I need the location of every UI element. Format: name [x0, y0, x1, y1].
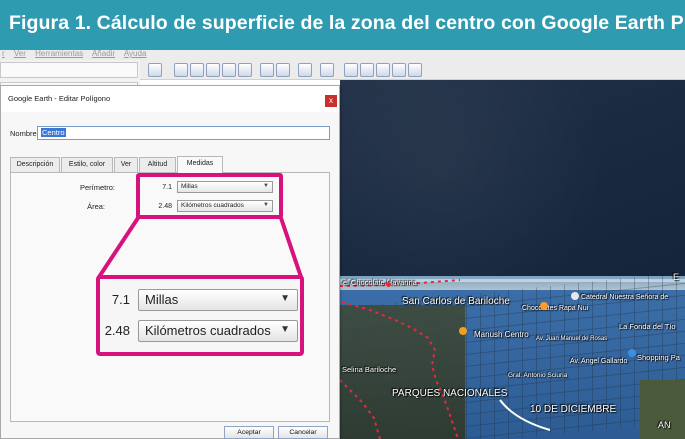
menu-item-view[interactable]: Ver — [14, 50, 26, 58]
map-label-diciembre: 10 DE DICIEMBRE — [530, 404, 617, 415]
map-label-rosas: Av. Juan Manuel de Rosas — [536, 336, 608, 342]
tab-altitud[interactable]: Altitud — [139, 157, 176, 172]
tab-ver[interactable]: Ver — [114, 157, 138, 172]
map-label-city: San Carlos de Bariloche — [402, 296, 510, 307]
map-label-havanna: el Chocolate Havanna — [343, 278, 417, 287]
map-label-manush: Manush Centro — [474, 330, 529, 339]
map-label-shopping: Shopping Pa — [637, 353, 680, 362]
map-label-fonda: La Fonda del Tío — [619, 322, 676, 331]
maps-icon[interactable] — [392, 63, 406, 77]
zoom-perimeter-unit-value: Millas — [145, 292, 179, 307]
map-label-selina: Selina Bariloche — [342, 365, 397, 374]
tab-descripcion[interactable]: Descripción — [10, 157, 60, 172]
name-value: Centro — [41, 128, 66, 137]
sidebar-search-bar[interactable] — [0, 62, 138, 78]
dialog-titlebar[interactable]: Google Earth - Editar Polígono — [1, 86, 339, 112]
measures-highlight-box — [136, 173, 283, 219]
zoom-area-value: 2.48 — [104, 323, 130, 338]
ruler-icon[interactable] — [320, 63, 334, 77]
shop-pin-icon[interactable] — [540, 302, 548, 310]
area-label: Área: — [87, 202, 105, 211]
shopping-pin-icon[interactable] — [628, 349, 636, 357]
menu-item-file[interactable]: r — [2, 50, 5, 58]
polygon-border — [340, 279, 551, 439]
chevron-down-icon: ▼ — [280, 324, 290, 335]
print-icon[interactable] — [360, 63, 374, 77]
polygon-icon[interactable] — [190, 63, 204, 77]
zoomed-measures-panel: 7.1 Millas ▼ 2.48 Kilómetros cuadrados ▼ — [96, 275, 304, 356]
menu-item-add[interactable]: Añadir — [92, 50, 115, 58]
globe-icon[interactable] — [408, 63, 422, 77]
historical-imagery-icon[interactable] — [260, 63, 274, 77]
tour-icon[interactable] — [238, 63, 252, 77]
sidebar-toggle-icon[interactable] — [148, 63, 162, 77]
accept-button[interactable]: Aceptar — [224, 426, 274, 439]
menu-item-tools[interactable]: Herramientas — [35, 50, 83, 58]
tab-medidas[interactable]: Medidas — [177, 156, 223, 173]
menu-item-help[interactable]: Ayuda — [124, 50, 147, 58]
name-input[interactable]: Centro — [37, 126, 330, 140]
map-label-rapa-nui: Chocolates Rapa Nui — [522, 305, 589, 312]
zoom-perimeter-unit-select[interactable]: Millas ▼ — [138, 289, 298, 311]
map-label-sciuria: Gral. Antonio Sciuria — [508, 372, 568, 379]
placemark-icon[interactable] — [174, 63, 188, 77]
map-label-e: E — [673, 272, 680, 282]
app-menu-bar: r Ver Herramientas Añadir Ayuda — [0, 50, 685, 60]
zoom-area-unit-value: Kilómetros cuadrados — [145, 323, 271, 338]
email-icon[interactable] — [344, 63, 358, 77]
zoom-area-unit-select[interactable]: Kilómetros cuadrados ▼ — [138, 320, 298, 342]
planets-icon[interactable] — [298, 63, 312, 77]
save-image-icon[interactable] — [376, 63, 390, 77]
image-overlay-icon[interactable] — [222, 63, 236, 77]
cancel-button[interactable]: Cancelar — [278, 426, 328, 439]
zoom-perimeter-value: 7.1 — [111, 292, 130, 307]
close-icon[interactable]: x — [325, 95, 337, 107]
marker-pin-icon[interactable] — [386, 282, 391, 287]
dialog-title: Google Earth - Editar Polígono — [8, 94, 111, 103]
tab-estilo-color[interactable]: Estilo, color — [61, 157, 113, 172]
restaurant-pin-icon[interactable] — [459, 327, 467, 335]
sunlight-icon[interactable] — [276, 63, 290, 77]
edit-polygon-dialog: Google Earth - Editar Polígono x Nombre:… — [0, 85, 340, 439]
map-label-parques: PARQUES NACIONALES — [392, 388, 508, 399]
figure-title: Figura 1. Cálculo de superficie de la zo… — [9, 12, 685, 34]
map-label-an: AN — [658, 420, 671, 430]
main-toolbar — [140, 60, 685, 80]
map-label-gallardo: Av. Angel Gallardo — [570, 358, 628, 365]
path-icon[interactable] — [206, 63, 220, 77]
name-label: Nombre: — [10, 129, 39, 138]
map-label-cathedral: Catedral Nuestra Señora de — [581, 294, 669, 301]
perimeter-label: Perímetro: — [79, 183, 115, 192]
earth-map-view[interactable]: el Chocolate Havanna San Carlos de Baril… — [340, 80, 685, 439]
chevron-down-icon: ▼ — [280, 293, 290, 304]
church-pin-icon[interactable] — [571, 292, 579, 300]
figure-header: Figura 1. Cálculo de superficie de la zo… — [0, 0, 685, 50]
